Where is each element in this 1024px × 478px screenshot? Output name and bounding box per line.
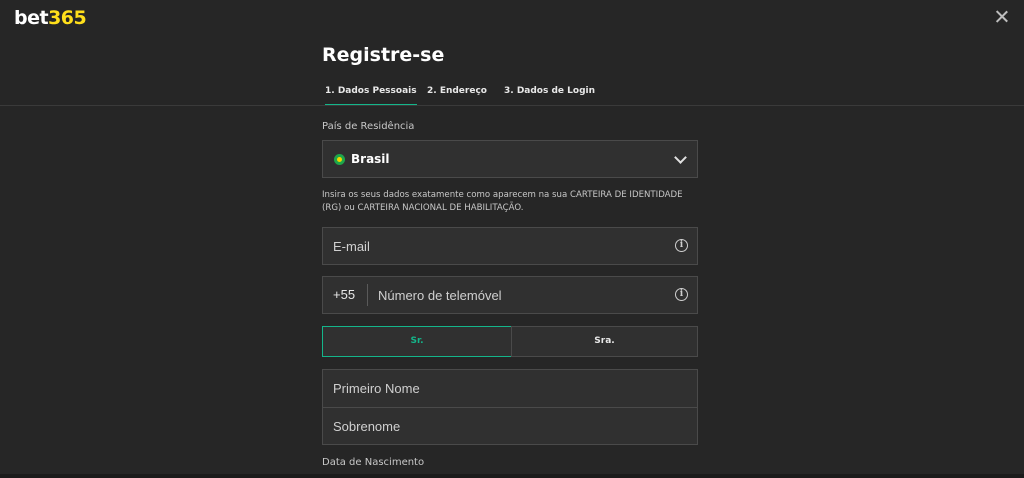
chevron-down-icon bbox=[674, 151, 687, 164]
identity-instructions: Insira os seus dados exatamente como apa… bbox=[322, 190, 683, 213]
email-input[interactable] bbox=[333, 228, 663, 264]
page-title: Registre-se bbox=[322, 44, 445, 66]
tab-dados-pessoais[interactable]: 1. Dados Pessoais bbox=[325, 84, 417, 106]
email-field-container: i bbox=[322, 227, 698, 265]
logo-accent: 365 bbox=[48, 7, 87, 29]
tabs-divider bbox=[0, 105, 1024, 106]
info-icon[interactable]: i bbox=[675, 288, 688, 301]
brazil-flag-icon bbox=[334, 154, 345, 165]
phone-prefix-divider bbox=[367, 284, 368, 306]
country-value: Brasil bbox=[351, 152, 390, 166]
info-icon[interactable]: i bbox=[675, 239, 688, 252]
birthdate-label: Data de Nascimento bbox=[322, 457, 425, 468]
country-label: País de Residência bbox=[322, 121, 415, 132]
last-name-input[interactable] bbox=[333, 408, 683, 445]
phone-input[interactable] bbox=[378, 277, 658, 313]
logo-primary: bet bbox=[14, 7, 49, 29]
tab-endereco[interactable]: 2. Endereço bbox=[427, 84, 487, 104]
first-name-row bbox=[323, 370, 697, 407]
last-name-row bbox=[323, 408, 697, 445]
gender-sr-button[interactable]: Sr. bbox=[322, 326, 512, 357]
bet365-logo: bet365 bbox=[14, 7, 87, 29]
phone-prefix[interactable]: +55 bbox=[333, 287, 355, 302]
country-select[interactable]: Brasil bbox=[322, 140, 698, 178]
close-icon[interactable] bbox=[994, 9, 1010, 25]
bottom-edge bbox=[0, 474, 1024, 478]
first-name-input[interactable] bbox=[333, 370, 683, 407]
gender-sra-button[interactable]: Sra. bbox=[511, 326, 698, 357]
phone-field-container: +55 i bbox=[322, 276, 698, 314]
name-fields bbox=[322, 369, 698, 445]
tab-dados-de-login[interactable]: 3. Dados de Login bbox=[504, 84, 595, 104]
